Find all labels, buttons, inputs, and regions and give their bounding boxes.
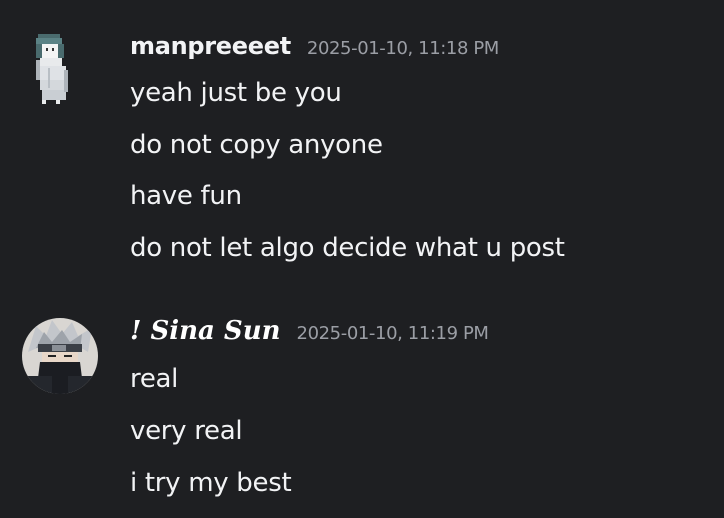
- message-header: manpreeeet 2025-01-10, 11:18 PM: [130, 32, 499, 66]
- message-text: do not copy anyone: [130, 130, 383, 160]
- message-text: very real: [130, 416, 243, 446]
- message-text: do not let algo decide what u post: [130, 233, 565, 263]
- message-text: have fun: [130, 181, 242, 211]
- avatar[interactable]: [22, 318, 98, 394]
- timestamp[interactable]: 2025-01-10, 11:19 PM: [297, 323, 489, 344]
- username[interactable]: manpreeeet: [130, 32, 291, 60]
- pixel-art-ghost-girl-icon: [36, 34, 68, 104]
- username[interactable]: ! Sina Sun: [130, 316, 281, 346]
- message-text: i try my best: [130, 468, 292, 498]
- timestamp[interactable]: 2025-01-10, 11:18 PM: [307, 38, 499, 59]
- message-text: real: [130, 364, 179, 394]
- message-text: yeah just be you: [130, 78, 342, 108]
- masked-ninja-avatar-icon: [22, 318, 98, 394]
- avatar[interactable]: [22, 30, 98, 110]
- message-header: ! Sina Sun 2025-01-10, 11:19 PM: [130, 316, 489, 350]
